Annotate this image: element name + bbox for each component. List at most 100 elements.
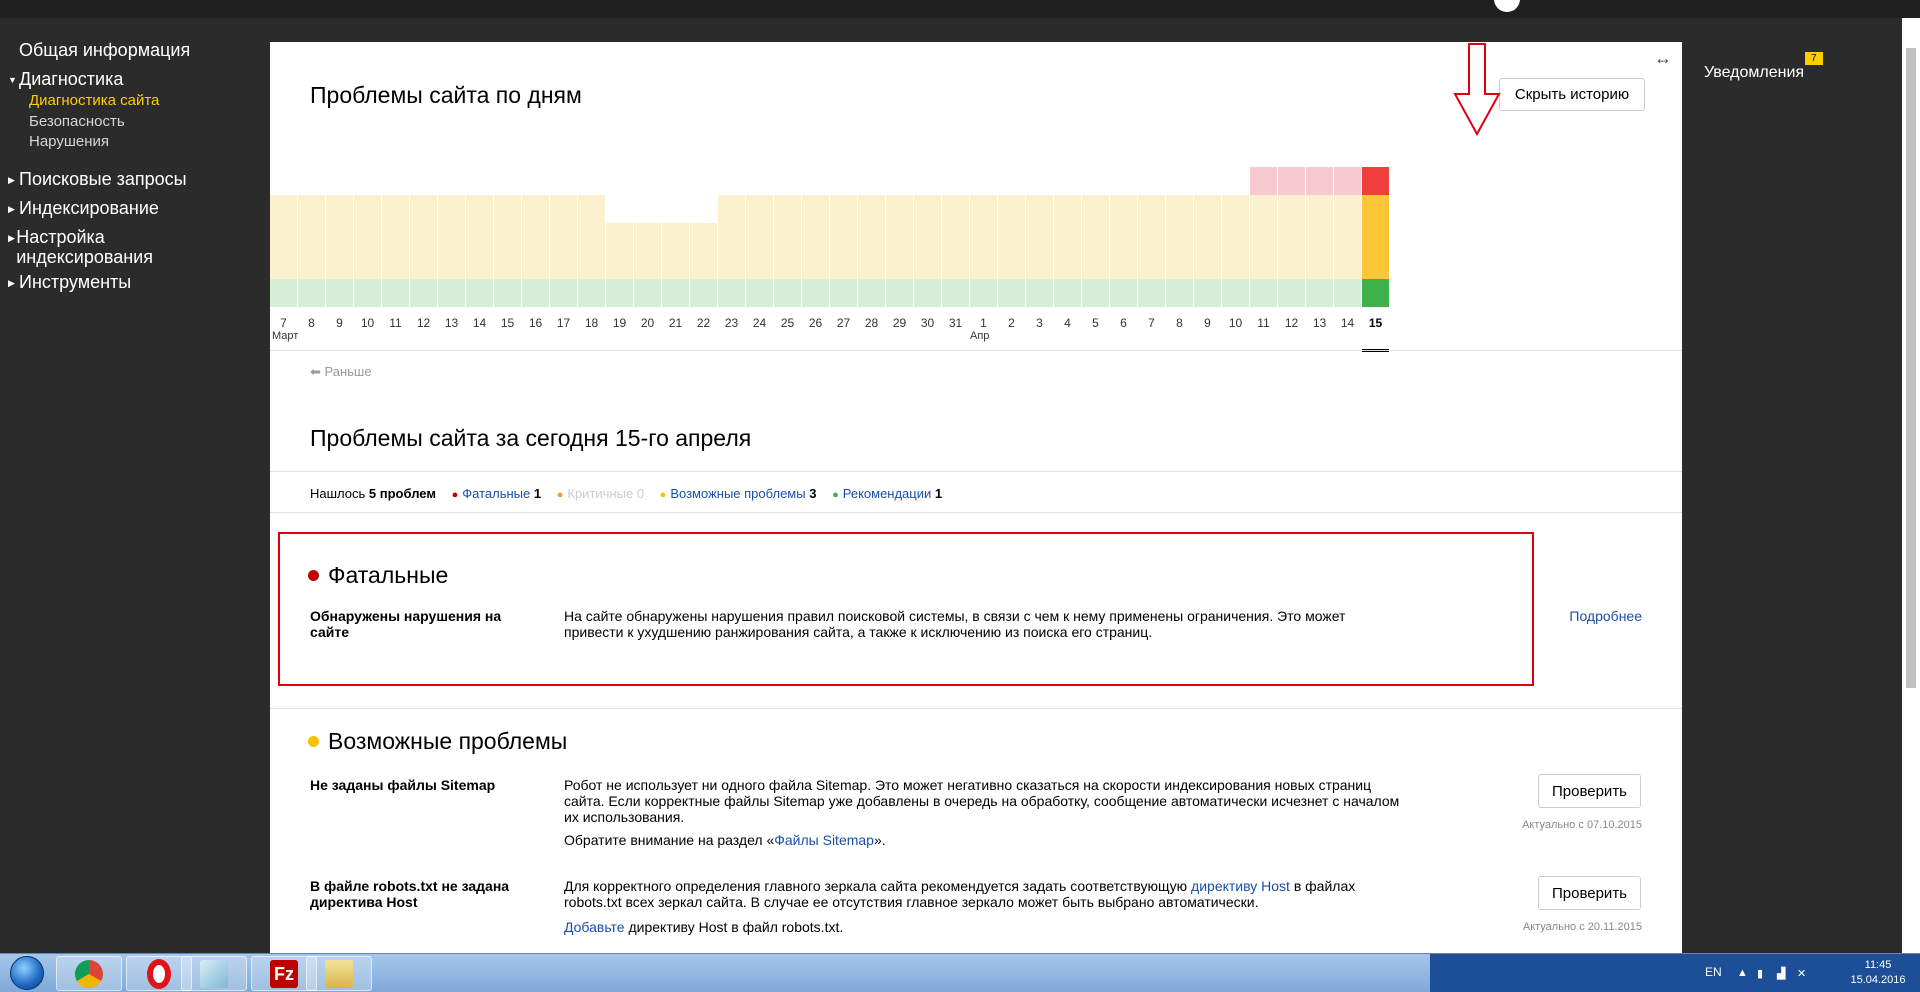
nav-diagnostics[interactable]: ▼ Диагностика [8, 69, 123, 91]
chart-day-bar[interactable] [326, 132, 353, 307]
chart-x-tick-label: 21 [668, 316, 683, 330]
network-icon[interactable]: ▟ [1777, 967, 1789, 980]
filter-possible[interactable]: Возможные проблемы 3 [670, 486, 816, 501]
filter-recommendations[interactable]: Рекомендации 1 [843, 486, 942, 501]
nav-indexing[interactable]: ▶ Индексирование [8, 198, 159, 220]
volume-muted-icon[interactable]: ✕ [1797, 967, 1809, 980]
possible-dot-icon [308, 736, 319, 747]
chart-day-bar[interactable] [354, 132, 381, 307]
chart-day-bar[interactable] [1166, 132, 1193, 307]
chart-day-bar[interactable] [466, 132, 493, 307]
more-link[interactable]: Подробнее [1569, 608, 1642, 624]
filter-possible-count: 3 [809, 486, 817, 501]
language-indicator[interactable]: EN [1705, 965, 1722, 979]
scrollbar-thumb[interactable] [1906, 48, 1916, 688]
main-panel: ↔ Проблемы сайта по дням Скрыть историю … [270, 42, 1682, 953]
chart-day-bar[interactable] [942, 132, 969, 307]
desc-prefix: Для корректного определения главного зер… [564, 878, 1192, 894]
chart-day-bar[interactable] [1306, 132, 1333, 307]
chart-day-bar[interactable] [522, 132, 549, 307]
chart-day-bar[interactable] [1334, 132, 1361, 307]
filter-critical: Критичные 0 [567, 486, 644, 501]
chart-day-bar[interactable] [1138, 132, 1165, 307]
chart-day-bar[interactable] [1026, 132, 1053, 307]
chart-day-bar[interactable] [1362, 132, 1389, 307]
host-directive-link[interactable]: директиву Host [1191, 878, 1290, 894]
critical-dot-icon: ● [556, 489, 564, 501]
chart-day-bar[interactable] [998, 132, 1025, 307]
chevron-up-icon[interactable]: ▲ [1737, 967, 1749, 979]
clock[interactable]: 11:45 15.04.2016 [1838, 958, 1918, 988]
history-chart: 7 8 9 10 11 12 13 14 15 16 17 18 19 20 21 22 23 24 25 26 27 2… [270, 132, 1682, 372]
chart-day-bar[interactable] [970, 132, 997, 307]
nav-item-violations[interactable]: Нарушения [29, 133, 109, 150]
chart-day-bar[interactable] [1194, 132, 1221, 307]
chart-day-bar[interactable] [438, 132, 465, 307]
chart-bar-possible [886, 195, 913, 279]
issue-note: Обратите внимание на раздел «Файлы Sitem… [564, 832, 1404, 848]
issue-description: Для корректного определения главного зер… [564, 878, 1404, 910]
chart-day-bar[interactable] [494, 132, 521, 307]
hide-history-button[interactable]: Скрыть историю [1499, 78, 1645, 111]
check-host-button[interactable]: Проверить [1538, 876, 1641, 910]
nav-general[interactable]: Общая информация [19, 40, 190, 61]
scrollbar[interactable] [1902, 18, 1920, 953]
expand-width-icon[interactable]: ↔ [1654, 48, 1672, 69]
taskbar-app-chrome[interactable] [56, 956, 122, 991]
chart-day-bar[interactable] [634, 132, 661, 307]
nav-index-settings[interactable]: ▶ Настройка индексирования [8, 227, 188, 267]
triangle-down-icon: ▼ [8, 75, 17, 85]
chart-bar-possible [1334, 195, 1361, 279]
add-link[interactable]: Добавьте [564, 919, 625, 935]
chart-x-tick-label: 1 [980, 316, 987, 330]
chart-day-bar[interactable] [802, 132, 829, 307]
chart-bar-possible [298, 195, 325, 279]
nav-item-security[interactable]: Безопасность [29, 113, 125, 130]
chart-day-bar[interactable] [298, 132, 325, 307]
chart-day-bar[interactable] [914, 132, 941, 307]
summary-line: Нашлось 5 проблем ● Фатальные 1 ● Критичны… [310, 486, 942, 501]
nav-search-queries[interactable]: ▶ Поисковые запросы [8, 169, 187, 191]
nav-tools[interactable]: ▶ Инструменты [8, 272, 131, 294]
chart-day-bar[interactable] [1250, 132, 1277, 307]
fatal-dot-icon: ● [451, 489, 459, 501]
avatar[interactable] [1494, 0, 1520, 12]
chart-day-bar[interactable] [690, 132, 717, 307]
chart-day-bar[interactable] [1110, 132, 1137, 307]
chart-day-bar[interactable] [886, 132, 913, 307]
chart-bar-possible [438, 195, 465, 279]
chart-bar-recommendations [1194, 279, 1221, 307]
chart-day-bar[interactable] [578, 132, 605, 307]
check-sitemap-button[interactable]: Проверить [1538, 774, 1641, 808]
chart-day-bar[interactable] [550, 132, 577, 307]
start-button[interactable] [2, 955, 52, 991]
chart-day-bar[interactable] [718, 132, 745, 307]
battery-icon[interactable]: ▮ [1757, 967, 1769, 980]
chart-day-bar[interactable] [1082, 132, 1109, 307]
chart-day-bar[interactable] [1222, 132, 1249, 307]
chart-bar-possible [270, 195, 297, 279]
chart-x-tick-label: 5 [1092, 316, 1099, 330]
chart-day-bar[interactable] [1054, 132, 1081, 307]
notifications-link[interactable]: Уведомления [1704, 64, 1804, 82]
chart-day-bar[interactable] [410, 132, 437, 307]
chart-day-bar[interactable] [746, 132, 773, 307]
chart-bar-possible [410, 195, 437, 279]
note-suffix: директиву Host в файл robots.txt. [624, 919, 844, 935]
filter-fatal[interactable]: Фатальные 1 [462, 486, 541, 501]
chart-day-bar[interactable] [662, 132, 689, 307]
chart-day-bar[interactable] [270, 132, 297, 307]
chart-day-bar[interactable] [382, 132, 409, 307]
sitemap-files-link[interactable]: Файлы Sitemap [774, 832, 874, 848]
chart-x-tick-label: 9 [1204, 316, 1211, 330]
nav-search-queries-label: Поисковые запросы [19, 169, 187, 189]
chart-day-bar[interactable] [774, 132, 801, 307]
chart-day-bar[interactable] [1278, 132, 1305, 307]
chart-day-bar[interactable] [606, 132, 633, 307]
chart-day-bar[interactable] [830, 132, 857, 307]
nav-item-site-diagnostics[interactable]: Диагностика сайта [29, 92, 159, 109]
taskbar-app-notepad[interactable] [181, 956, 247, 991]
taskbar-app-explorer[interactable] [306, 956, 372, 991]
earlier-link[interactable]: ⬅ Раньше [310, 364, 372, 380]
chart-day-bar[interactable] [858, 132, 885, 307]
